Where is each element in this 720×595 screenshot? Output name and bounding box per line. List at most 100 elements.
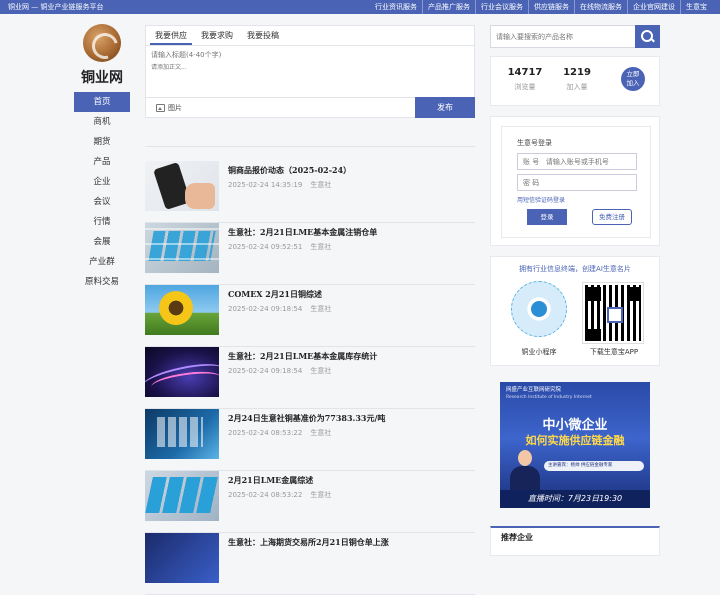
- register-button[interactable]: 免费注册: [592, 209, 632, 225]
- joins-label: 加入量: [566, 83, 588, 91]
- tab-submit[interactable]: 我要投稿: [242, 26, 284, 45]
- post-title-input[interactable]: [151, 50, 471, 60]
- right-column: 14717 浏览量 1219 加入量 立即 加入 生意号登录 用短信验证码登录 …: [490, 25, 660, 556]
- password-input[interactable]: [517, 174, 637, 191]
- webinar-banner[interactable]: 网盛产业互联网研究院 Research Institute of Industr…: [500, 382, 650, 508]
- post-content-input[interactable]: [151, 62, 471, 98]
- app-download-label: 下载生意宝APP: [589, 348, 639, 356]
- news-source: 生意社: [310, 491, 332, 499]
- search-input[interactable]: [490, 25, 636, 48]
- top-link-logistics[interactable]: 在线物流服务: [574, 0, 627, 14]
- news-thumbnail[interactable]: [145, 161, 219, 211]
- news-title[interactable]: 2月21日LME金属综述: [228, 475, 313, 486]
- qr-panel: 拥有行业信息终端，创建AI生意名片 铜业小程序 下载生意宝APP: [490, 256, 660, 366]
- news-item[interactable]: COMEX 2月21日铜综述 2025-02-24 09:18:54 生意社: [145, 285, 475, 347]
- copper-logo[interactable]: [83, 24, 121, 62]
- news-time: 2025-02-24 09:18:54: [228, 305, 303, 313]
- recommended-companies: 推荐企业: [490, 526, 660, 556]
- login-button[interactable]: 登录: [527, 209, 567, 225]
- banner-time: 直播时间：7月23日19:30: [500, 490, 650, 508]
- news-item[interactable]: 2月21日LME金属综述 2025-02-24 08:53:22 生意社: [145, 471, 475, 533]
- account-input[interactable]: [517, 153, 637, 170]
- top-link-website[interactable]: 企业官网建设: [627, 0, 680, 14]
- top-link-toocle[interactable]: 生意宝: [680, 0, 712, 14]
- nav-item-meetings[interactable]: 会议: [74, 192, 130, 212]
- nav-list: 首页 商机 期货 产品 企业 会议 行情 会展 产业群 原料交易: [74, 92, 130, 292]
- nav-item-clusters[interactable]: 产业群: [74, 252, 130, 272]
- news-thumbnail[interactable]: [145, 533, 219, 583]
- news-meta: 2025-02-24 09:52:51 生意社: [228, 242, 331, 252]
- joins-stat: 1219 加入量: [557, 67, 597, 92]
- news-title[interactable]: 生意社：2月21日LME基本金属库存统计: [228, 351, 377, 362]
- news-meta: 2025-02-24 14:35:19 生意社: [228, 180, 331, 190]
- news-time: 2025-02-24 08:53:22: [228, 491, 303, 499]
- news-feed: 铜商品报价动态（2025-02-24） 2025-02-24 14:35:19 生…: [145, 161, 475, 595]
- news-title[interactable]: 铜商品报价动态（2025-02-24）: [228, 165, 351, 176]
- news-thumbnail[interactable]: [145, 285, 219, 335]
- tab-supply[interactable]: 我要供应: [150, 26, 192, 45]
- news-item[interactable]: 生意社：2月21日LME基本金属注销仓单 2025-02-24 09:52:51…: [145, 223, 475, 285]
- publish-button[interactable]: 发布: [415, 97, 475, 118]
- nav-item-companies[interactable]: 企业: [74, 172, 130, 192]
- news-time: 2025-02-24 09:52:51: [228, 243, 303, 251]
- brand-name[interactable]: 铜业网: [74, 67, 130, 87]
- news-time: 2025-02-24 08:53:22: [228, 429, 303, 437]
- news-meta: 2025-02-24 09:18:54 生意社: [228, 366, 331, 376]
- news-source: 生意社: [310, 243, 332, 251]
- nav-item-futures[interactable]: 期货: [74, 132, 130, 152]
- news-time: 2025-02-24 09:18:54: [228, 367, 303, 375]
- banner-speaker: 主讲嘉宾：杨帅 供应链金融专家: [544, 461, 644, 471]
- news-thumbnail[interactable]: [145, 223, 219, 273]
- news-thumbnail[interactable]: [145, 471, 219, 521]
- join-now-button[interactable]: 立即 加入: [621, 67, 645, 91]
- news-time: 2025-02-24 14:35:19: [228, 181, 303, 189]
- news-title[interactable]: 2月24日生意社铜基准价为77383.33元/吨: [228, 413, 385, 424]
- nav-item-market[interactable]: 行情: [74, 212, 130, 232]
- news-item[interactable]: 2月24日生意社铜基准价为77383.33元/吨 2025-02-24 08:5…: [145, 409, 475, 471]
- news-item[interactable]: 生意社：上海期货交易所2月21日铜仓单上涨: [145, 533, 475, 595]
- login-title: 生意号登录: [517, 139, 552, 147]
- news-source: 生意社: [310, 429, 332, 437]
- speaker-photo: [510, 450, 540, 494]
- top-link-promo[interactable]: 产品推广服务: [422, 0, 475, 14]
- site-tagline: 铜业网 — 铜业产业链服务平台: [8, 3, 104, 11]
- news-meta: 2025-02-24 08:53:22 生意社: [228, 490, 331, 500]
- news-title[interactable]: 生意社：上海期货交易所2月21日铜仓单上涨: [228, 537, 389, 548]
- login-panel: 生意号登录 用短信验证码登录 登录 免费注册: [490, 116, 660, 246]
- nav-item-home[interactable]: 首页: [74, 92, 130, 112]
- stats-panel: 14717 浏览量 1219 加入量 立即 加入: [490, 56, 660, 106]
- news-meta: 2025-02-24 08:53:22 生意社: [228, 428, 331, 438]
- nav-item-products[interactable]: 产品: [74, 152, 130, 172]
- nav-item-raw-trade[interactable]: 原料交易: [74, 272, 130, 292]
- joins-count: 1219: [563, 67, 591, 78]
- news-meta: 2025-02-24 09:18:54 生意社: [228, 304, 331, 314]
- tab-purchase[interactable]: 我要求购: [196, 26, 238, 45]
- search-button[interactable]: [635, 25, 660, 48]
- banner-subheadline: 如何实施供应链金融: [525, 434, 625, 447]
- banner-org-en: Research Institute of Industry Internet: [506, 395, 592, 400]
- nav-item-expo[interactable]: 会展: [74, 232, 130, 252]
- views-label: 浏览量: [514, 83, 536, 91]
- post-box: 我要供应 我要求购 我要投稿 图片 发布: [145, 25, 475, 118]
- news-source: 生意社: [310, 367, 332, 375]
- sms-login-link[interactable]: 用短信验证码登录: [517, 195, 565, 204]
- news-thumbnail[interactable]: [145, 409, 219, 459]
- mini-program-label: 铜业小程序: [521, 348, 557, 356]
- post-footer: 图片 发布: [146, 97, 475, 118]
- add-image-button[interactable]: 图片: [156, 103, 182, 113]
- news-thumbnail[interactable]: [145, 347, 219, 397]
- nav-item-business[interactable]: 商机: [74, 112, 130, 132]
- top-link-news[interactable]: 行业资讯服务: [370, 0, 422, 14]
- news-source: 生意社: [310, 181, 332, 189]
- qr-title[interactable]: 拥有行业信息终端，创建AI生意名片: [491, 264, 659, 274]
- news-item[interactable]: 生意社：2月21日LME基本金属库存统计 2025-02-24 09:18:54…: [145, 347, 475, 409]
- news-title[interactable]: COMEX 2月21日铜综述: [228, 289, 322, 300]
- image-label: 图片: [168, 104, 182, 112]
- top-link-supply[interactable]: 供应链服务: [528, 0, 574, 14]
- top-link-meeting[interactable]: 行业会议服务: [475, 0, 528, 14]
- news-title[interactable]: 生意社：2月21日LME基本金属注销仓单: [228, 227, 377, 238]
- app-qr-code-icon: [582, 282, 644, 344]
- news-source: 生意社: [310, 305, 332, 313]
- main-column: 我要供应 我要求购 我要投稿 图片 发布 铜商品报价动态（2025-02-24）…: [145, 25, 475, 595]
- news-item[interactable]: 铜商品报价动态（2025-02-24） 2025-02-24 14:35:19 生…: [145, 161, 475, 223]
